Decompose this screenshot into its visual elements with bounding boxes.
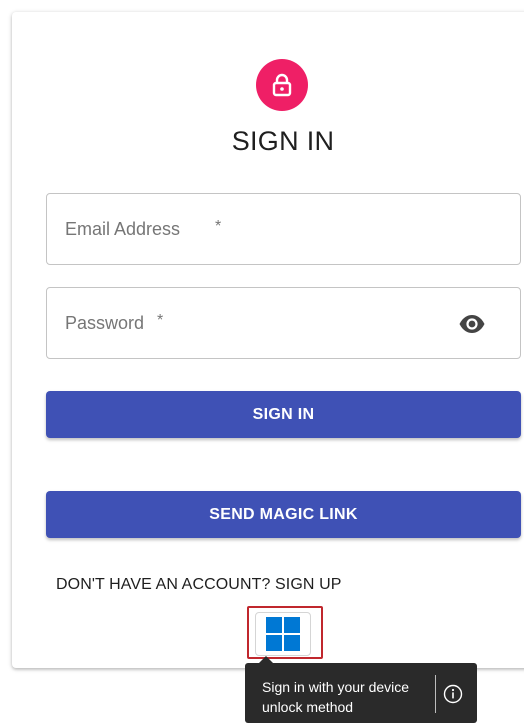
device-sign-in-button[interactable] [255,612,311,656]
password-field-container[interactable]: * [46,287,521,359]
password-required-mark: * [157,312,164,329]
sign-in-card: SIGN IN * * SIGN IN SEND MAGIC LINK DON'… [12,12,524,668]
info-icon[interactable] [443,684,463,704]
page-title: SIGN IN [231,126,335,156]
lock-icon [272,73,292,97]
device-sign-in-tooltip: Sign in with your device unlock method [245,656,477,723]
sign-in-button[interactable]: SIGN IN [46,391,521,438]
eye-icon[interactable] [458,312,486,336]
email-field[interactable] [65,194,445,264]
tooltip-divider [435,675,436,713]
tooltip-text: Sign in with your device unlock method [262,679,410,715]
email-field-container[interactable]: * [46,193,521,265]
sign-up-link[interactable]: DON'T HAVE AN ACCOUNT? SIGN UP [56,576,342,594]
send-magic-link-button[interactable]: SEND MAGIC LINK [46,491,521,538]
avatar [256,59,308,111]
password-field[interactable] [65,288,445,358]
windows-logo-icon [266,617,300,651]
email-required-mark: * [215,218,222,235]
